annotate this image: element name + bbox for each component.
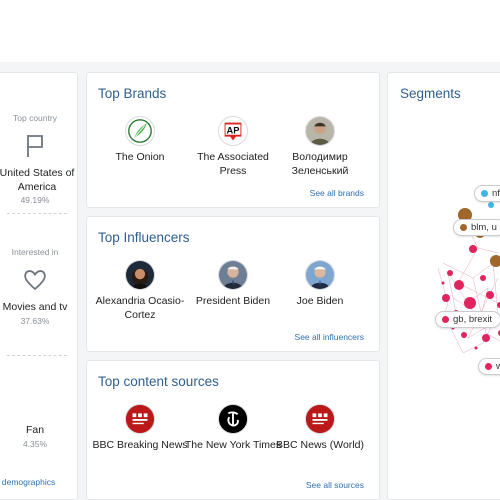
- brand-item[interactable]: AP The Associated Press: [183, 116, 283, 178]
- influencer-item[interactable]: Alexandria Ocasio-Cortez: [90, 260, 190, 322]
- bbc-news-logo-icon: [125, 404, 155, 434]
- nyt-logo-icon: [218, 404, 248, 434]
- influencer-name: President Biden: [195, 295, 271, 307]
- top-content-sources-card: Top content sources BBC Breaking News Th…: [86, 360, 380, 500]
- card-title: Top content sources: [98, 374, 219, 389]
- type-percent: 4.35%: [22, 438, 48, 449]
- avatar-photo-icon: [218, 260, 248, 290]
- segment-label: blm, u: [471, 222, 497, 233]
- segment-pill[interactable]: w: [478, 358, 500, 375]
- influencer-item[interactable]: Joe Biden: [270, 260, 370, 309]
- interest-percent: 37.63%: [20, 315, 50, 326]
- svg-text:AP: AP: [227, 125, 240, 135]
- segment-pill[interactable]: nf: [474, 185, 500, 202]
- type-block: Fan 4.35%: [0, 416, 79, 449]
- source-item[interactable]: BBC Breaking News: [90, 404, 190, 453]
- demographics-panel: Top country United States of America 49.…: [0, 72, 78, 500]
- influencer-item[interactable]: President Biden: [183, 260, 283, 309]
- segment-pill[interactable]: gb, brexit: [435, 311, 500, 328]
- see-all-sources-link[interactable]: See all sources: [306, 480, 364, 490]
- segment-pill[interactable]: blm, u: [453, 219, 500, 236]
- source-name: BBC News (World): [276, 439, 364, 451]
- segment-color-dot: [460, 224, 467, 231]
- segment-color-dot: [485, 363, 492, 370]
- top-influencers-card: Top Influencers Alexandria Ocasio-Cortez…: [86, 216, 380, 352]
- influencer-name: Alexandria Ocasio-Cortez: [95, 295, 185, 321]
- flag-icon: [23, 133, 47, 159]
- top-country-percent: 49.19%: [20, 195, 50, 205]
- source-item[interactable]: The New York Times: [183, 404, 283, 453]
- interest-value: Movies and tv: [2, 301, 68, 313]
- source-item[interactable]: BBC News (World): [270, 404, 370, 453]
- card-title: Top Brands: [98, 86, 167, 101]
- see-all-demographics-link[interactable]: all demographics: [0, 477, 55, 487]
- interest-label: Interested in: [11, 247, 59, 257]
- see-all-influencers-link[interactable]: See all influencers: [295, 332, 364, 342]
- heart-icon: [23, 267, 47, 293]
- segments-panel: Segments nf blm, u gb, brexit: [387, 72, 500, 500]
- source-name: BBC Breaking News: [92, 439, 188, 451]
- card-title: Top Influencers: [98, 230, 190, 245]
- brand-name: The Onion: [115, 151, 165, 163]
- avatar-photo-icon: [305, 260, 335, 290]
- top-country-block: Top country United States of America 49.…: [0, 113, 79, 205]
- type-value: Fan: [25, 424, 45, 436]
- top-bar: [0, 0, 500, 62]
- top-country-value: United States of America: [0, 167, 75, 193]
- source-name: The New York Times: [184, 439, 282, 451]
- onion-logo-icon: [125, 116, 155, 146]
- brand-name: The Associated Press: [197, 151, 269, 177]
- divider: [7, 355, 67, 356]
- segment-color-dot: [481, 190, 488, 197]
- segment-label: nf: [492, 188, 500, 199]
- segments-network-graph[interactable]: [388, 73, 500, 500]
- see-all-brands-link[interactable]: See all brands: [310, 188, 364, 198]
- avatar-photo-icon: [305, 116, 335, 146]
- ap-logo-icon: AP: [218, 116, 248, 146]
- segment-label: gb, brexit: [453, 314, 493, 325]
- top-brands-card: Top Brands The Onion AP The Associated P…: [86, 72, 380, 208]
- brand-name: Володимир Зеленський: [291, 151, 349, 177]
- segment-label: w: [496, 361, 500, 372]
- segment-color-dot: [442, 316, 449, 323]
- brand-item[interactable]: The Onion: [90, 116, 190, 165]
- divider: [7, 213, 67, 214]
- influencer-name: Joe Biden: [296, 295, 344, 307]
- top-country-label: Top country: [13, 113, 57, 123]
- bbc-news-logo-icon: [305, 404, 335, 434]
- avatar-photo-icon: [125, 260, 155, 290]
- interest-block: Interested in Movies and tv 37.63%: [0, 247, 79, 326]
- brand-item[interactable]: Володимир Зеленський: [270, 116, 370, 178]
